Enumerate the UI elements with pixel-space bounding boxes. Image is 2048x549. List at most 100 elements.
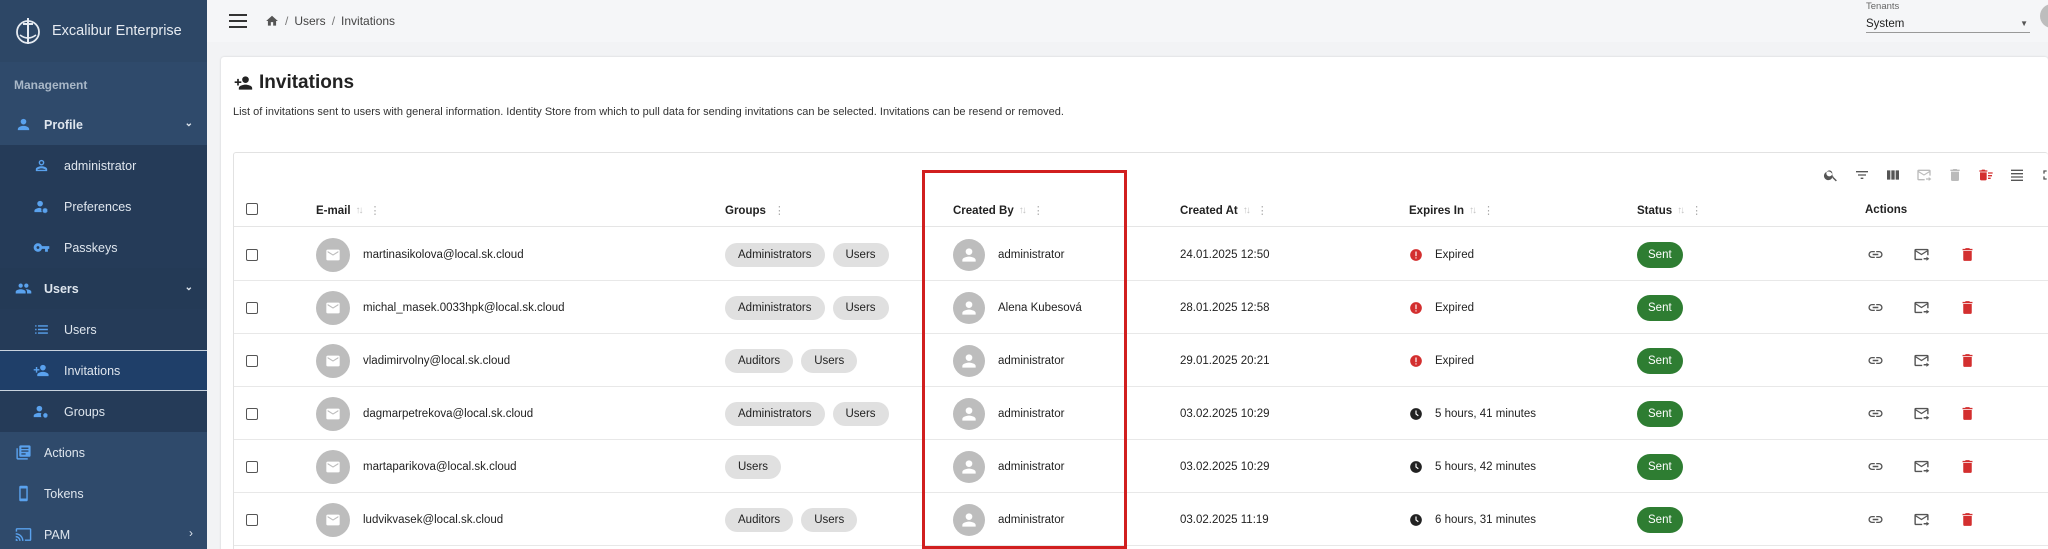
- page-title: Invitations: [233, 72, 354, 94]
- select-all-checkbox[interactable]: [246, 203, 258, 215]
- group-chip: Users: [832, 242, 889, 267]
- sidebar-item-label: Groups: [64, 404, 105, 419]
- sidebar-item-label: PAM: [44, 527, 71, 542]
- delete-sweep-icon[interactable]: [1974, 165, 1998, 185]
- tenant-selector[interactable]: Tenants System ▼: [1866, 0, 2030, 33]
- copy-link-icon[interactable]: [1864, 509, 1886, 531]
- sidebar-item-pam[interactable]: PAM ›: [0, 514, 207, 549]
- created-at-text: 03.02.2025 10:29: [1180, 407, 1270, 420]
- home-icon[interactable]: [265, 14, 279, 28]
- delete-icon[interactable]: [1956, 244, 1978, 266]
- group-chip: Auditors: [725, 348, 794, 373]
- expires-in-text: Expired: [1435, 354, 1474, 367]
- person-add-icon: [234, 76, 253, 90]
- tenant-label: Tenants: [1866, 1, 1900, 12]
- copy-link-icon[interactable]: [1864, 297, 1886, 319]
- row-checkbox[interactable]: [246, 354, 258, 367]
- sidebar-item-actions[interactable]: Actions: [0, 432, 207, 473]
- status-badge: Sent: [1637, 241, 1683, 268]
- sidebar-item-profile[interactable]: Profile ⌄: [0, 104, 207, 145]
- sidebar-item-users-list[interactable]: Users: [0, 309, 207, 350]
- brand[interactable]: Excalibur Enterprise: [0, 0, 207, 62]
- sidebar-item-groups[interactable]: Groups: [0, 391, 207, 432]
- people-icon: [14, 280, 32, 298]
- resend-mail-icon[interactable]: [1910, 297, 1932, 319]
- sidebar-item-users[interactable]: Users ⌄: [0, 268, 207, 309]
- column-menu-icon[interactable]: ⋮: [1691, 204, 1702, 217]
- copy-link-icon[interactable]: [1864, 350, 1886, 372]
- column-menu-icon[interactable]: ⋮: [370, 204, 381, 217]
- sort-icon[interactable]: ↑↓: [1243, 205, 1251, 216]
- sort-icon[interactable]: ↑↓: [1677, 205, 1685, 216]
- delete-icon[interactable]: [1956, 403, 1978, 425]
- status-badge: Sent: [1637, 453, 1683, 480]
- menu-toggle-icon[interactable]: [229, 14, 247, 28]
- content-card: Invitations List of invitations sent to …: [221, 57, 2048, 549]
- fullscreen-icon[interactable]: [2036, 165, 2048, 185]
- copy-link-icon[interactable]: [1864, 403, 1886, 425]
- columns-icon[interactable]: [1881, 165, 1905, 185]
- delete-icon[interactable]: [1956, 509, 1978, 531]
- resend-mail-icon[interactable]: [1910, 244, 1932, 266]
- delete-icon[interactable]: [1956, 350, 1978, 372]
- delete-icon[interactable]: [1943, 165, 1967, 185]
- row-checkbox[interactable]: [246, 248, 258, 261]
- row-checkbox[interactable]: [246, 301, 258, 314]
- resend-mail-icon[interactable]: [1910, 403, 1932, 425]
- key-icon: [32, 239, 50, 257]
- copy-link-icon[interactable]: [1864, 244, 1886, 266]
- person-icon: [14, 116, 32, 134]
- column-email[interactable]: E-mail ↑↓ ⋮: [316, 204, 381, 218]
- created-by-text: administrator: [998, 248, 1065, 261]
- column-expires-in[interactable]: Expires In ↑↓ ⋮: [1409, 204, 1494, 218]
- resend-mail-icon[interactable]: [1910, 350, 1932, 372]
- density-icon[interactable]: [2005, 165, 2029, 185]
- invitations-table: E-mail ↑↓ ⋮ Groups ⋮ Created By ↑↓ ⋮ Created …: [233, 152, 2048, 549]
- sidebar-item-label: Actions: [44, 445, 85, 460]
- column-status[interactable]: Status ↑↓ ⋮: [1637, 204, 1702, 218]
- column-menu-icon[interactable]: ⋮: [1257, 204, 1268, 217]
- row-checkbox[interactable]: [246, 407, 258, 420]
- mail-icon: [316, 237, 350, 272]
- table-row: martaparikova@local.sk.cloud Users adminis…: [234, 440, 2048, 493]
- created-at-text: 29.01.2025 20:21: [1180, 354, 1270, 367]
- person-outline-icon: [32, 157, 50, 175]
- resend-mail-icon[interactable]: [1910, 456, 1932, 478]
- column-menu-icon[interactable]: ⋮: [774, 204, 785, 217]
- row-checkbox[interactable]: [246, 513, 258, 526]
- created-at-text: 03.02.2025 11:19: [1180, 513, 1269, 526]
- sidebar-item-administrator[interactable]: administrator: [0, 145, 207, 186]
- filter-icon[interactable]: [1850, 165, 1874, 185]
- sidebar-item-label: Passkeys: [64, 240, 118, 255]
- created-by-text: administrator: [998, 354, 1065, 367]
- mail-icon: [316, 502, 350, 537]
- copy-link-icon[interactable]: [1864, 456, 1886, 478]
- table-row: michal_masek.0033hpk@local.sk.cloud Admin…: [234, 281, 2048, 334]
- column-groups[interactable]: Groups ⋮: [725, 204, 785, 218]
- status-badge: Sent: [1637, 347, 1683, 374]
- created-by-text: administrator: [998, 513, 1065, 526]
- created-by-text: administrator: [998, 407, 1065, 420]
- search-icon[interactable]: [1819, 165, 1843, 185]
- sidebar-item-invitations[interactable]: Invitations: [0, 350, 207, 391]
- group-chip: Users: [832, 401, 889, 426]
- sidebar-item-preferences[interactable]: Preferences: [0, 186, 207, 227]
- sidebar-item-label: Users: [44, 281, 79, 296]
- tenant-value: System: [1866, 17, 1905, 30]
- sidebar-item-passkeys[interactable]: Passkeys: [0, 227, 207, 268]
- row-checkbox[interactable]: [246, 460, 258, 473]
- column-created-at[interactable]: Created At ↑↓ ⋮: [1180, 204, 1268, 218]
- sidebar-item-tokens[interactable]: Tokens: [0, 473, 207, 514]
- resend-mail-icon[interactable]: [1910, 509, 1932, 531]
- column-created-by[interactable]: Created By ↑↓ ⋮: [953, 204, 1044, 218]
- sort-icon[interactable]: ↑↓: [1469, 205, 1477, 216]
- delete-icon[interactable]: [1956, 456, 1978, 478]
- sort-icon[interactable]: ↑↓: [1019, 205, 1027, 216]
- mail-forward-icon[interactable]: [1912, 165, 1936, 185]
- tenant-select[interactable]: System ▼: [1866, 15, 2030, 33]
- delete-icon[interactable]: [1956, 297, 1978, 319]
- column-menu-icon[interactable]: ⋮: [1033, 204, 1044, 217]
- sort-icon[interactable]: ↑↓: [356, 205, 364, 216]
- column-menu-icon[interactable]: ⋮: [1483, 204, 1494, 217]
- breadcrumb-users[interactable]: Users: [294, 14, 325, 28]
